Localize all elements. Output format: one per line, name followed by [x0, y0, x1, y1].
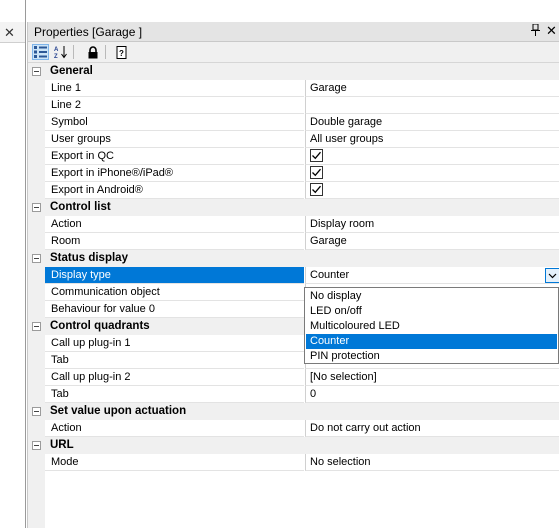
collapse-icon[interactable]: [32, 203, 41, 212]
check-icon: [312, 168, 321, 177]
property-row-callup-plugin-2[interactable]: Call up plug-in 2 [No selection]: [28, 369, 559, 386]
property-value[interactable]: All user groups: [310, 133, 383, 145]
splitter[interactable]: [25, 0, 26, 528]
panel-titlebar: Properties [Garage ] ✕: [28, 22, 559, 42]
property-name: Mode: [51, 456, 79, 468]
property-name: Export in Android®: [51, 184, 143, 196]
property-row-export-qc[interactable]: Export in QC: [28, 148, 559, 165]
property-name: User groups: [51, 133, 111, 145]
property-value[interactable]: Display room: [310, 218, 374, 230]
property-value[interactable]: [No selection]: [310, 371, 377, 383]
lock-button[interactable]: [84, 44, 101, 60]
dropdown-option-selected[interactable]: Counter: [306, 334, 557, 349]
svg-text:A: A: [54, 47, 59, 53]
category-label: Status display: [50, 252, 128, 264]
property-value[interactable]: Double garage: [310, 116, 382, 128]
property-name: Display type: [51, 269, 111, 281]
property-row-actuation-action[interactable]: Action Do not carry out action: [28, 420, 559, 437]
collapse-icon[interactable]: [32, 322, 41, 331]
property-row-export-android[interactable]: Export in Android®: [28, 182, 559, 199]
category-label: Set value upon actuation: [50, 405, 187, 417]
property-name: Behaviour for value 0: [51, 303, 155, 315]
top-band: [26, 0, 559, 22]
property-row-line2[interactable]: Line 2: [28, 97, 559, 114]
dropdown-option[interactable]: Multicoloured LED: [306, 319, 557, 334]
help-button[interactable]: ?: [113, 44, 130, 60]
category-general[interactable]: General: [28, 63, 559, 80]
property-row-action[interactable]: Action Display room: [28, 216, 559, 233]
category-label: Control quadrants: [50, 320, 150, 332]
category-set-value[interactable]: Set value upon actuation: [28, 403, 559, 420]
property-row-line1[interactable]: Line 1 Garage: [28, 80, 559, 97]
property-name: Communication object: [51, 286, 160, 298]
property-value[interactable]: No selection: [310, 456, 371, 468]
property-name: Call up plug-in 2: [51, 371, 131, 383]
property-name: Action: [51, 422, 82, 434]
category-label: URL: [50, 439, 74, 451]
collapse-icon[interactable]: [32, 407, 41, 416]
property-name: Tab: [51, 354, 69, 366]
left-panel-strip: ✕: [0, 0, 26, 528]
property-row-display-type[interactable]: Display type Counter: [28, 267, 559, 284]
property-row-symbol[interactable]: Symbol Double garage: [28, 114, 559, 131]
dropdown-option[interactable]: LED on/off: [306, 304, 557, 319]
svg-text:Z: Z: [54, 54, 58, 59]
category-label: Control list: [50, 201, 111, 213]
property-value[interactable]: Garage: [310, 235, 347, 247]
grid-gutter: [28, 471, 45, 528]
property-name: Line 2: [51, 99, 81, 111]
categorized-icon: [34, 46, 47, 58]
dropdown-option[interactable]: No display: [306, 289, 557, 304]
lock-icon: [88, 45, 97, 58]
property-name: Tab: [51, 388, 69, 400]
category-url[interactable]: URL: [28, 437, 559, 454]
dropdown-button[interactable]: [545, 268, 559, 283]
toolbar: A Z ?: [28, 42, 559, 63]
property-value[interactable]: Garage: [310, 82, 347, 94]
collapse-icon[interactable]: [32, 254, 41, 263]
property-value[interactable]: Counter: [310, 269, 349, 281]
category-control-list[interactable]: Control list: [28, 199, 559, 216]
check-icon: [312, 151, 321, 160]
panel-title: Properties [Garage ]: [34, 25, 143, 39]
property-row-user-groups[interactable]: User groups All user groups: [28, 131, 559, 148]
collapse-icon[interactable]: [32, 67, 41, 76]
chevron-down-icon: [548, 273, 557, 279]
close-icon[interactable]: ✕: [546, 23, 557, 39]
collapse-icon[interactable]: [32, 441, 41, 450]
category-label: General: [50, 65, 93, 77]
alphabetical-sort-button[interactable]: A Z: [52, 44, 69, 60]
property-row-room[interactable]: Room Garage: [28, 233, 559, 250]
properties-panel: Properties [Garage ] ✕ A Z ? General Lin…: [27, 22, 559, 528]
close-icon[interactable]: ✕: [4, 25, 15, 41]
property-row-tab-2[interactable]: Tab 0: [28, 386, 559, 403]
property-row-export-iphone[interactable]: Export in iPhone®/iPad®: [28, 165, 559, 182]
export-android-checkbox[interactable]: [310, 183, 323, 196]
dropdown-option[interactable]: PIN protection: [306, 349, 557, 364]
alphabetical-sort-icon: A Z: [54, 46, 67, 59]
svg-text:?: ?: [119, 49, 124, 58]
property-name: Action: [51, 218, 82, 230]
property-value[interactable]: 0: [310, 388, 316, 400]
property-name: Export in iPhone®/iPad®: [51, 167, 173, 179]
property-name: Line 1: [51, 82, 81, 94]
categorized-button[interactable]: [32, 44, 49, 60]
property-name: Symbol: [51, 116, 88, 128]
toolbar-separator: [73, 45, 74, 59]
left-panel-header: ✕: [0, 22, 26, 43]
pin-icon[interactable]: [531, 23, 540, 39]
property-name: Export in QC: [51, 150, 114, 162]
category-status-display[interactable]: Status display: [28, 250, 559, 267]
export-qc-checkbox[interactable]: [310, 149, 323, 162]
toolbar-separator: [105, 45, 106, 59]
check-icon: [312, 185, 321, 194]
display-type-dropdown-list[interactable]: No display LED on/off Multicoloured LED …: [304, 287, 559, 364]
help-page-icon: ?: [116, 45, 127, 59]
property-name: Call up plug-in 1: [51, 337, 131, 349]
property-name: Room: [51, 235, 81, 247]
property-value[interactable]: Do not carry out action: [310, 422, 421, 434]
export-iphone-checkbox[interactable]: [310, 166, 323, 179]
property-row-mode[interactable]: Mode No selection: [28, 454, 559, 471]
